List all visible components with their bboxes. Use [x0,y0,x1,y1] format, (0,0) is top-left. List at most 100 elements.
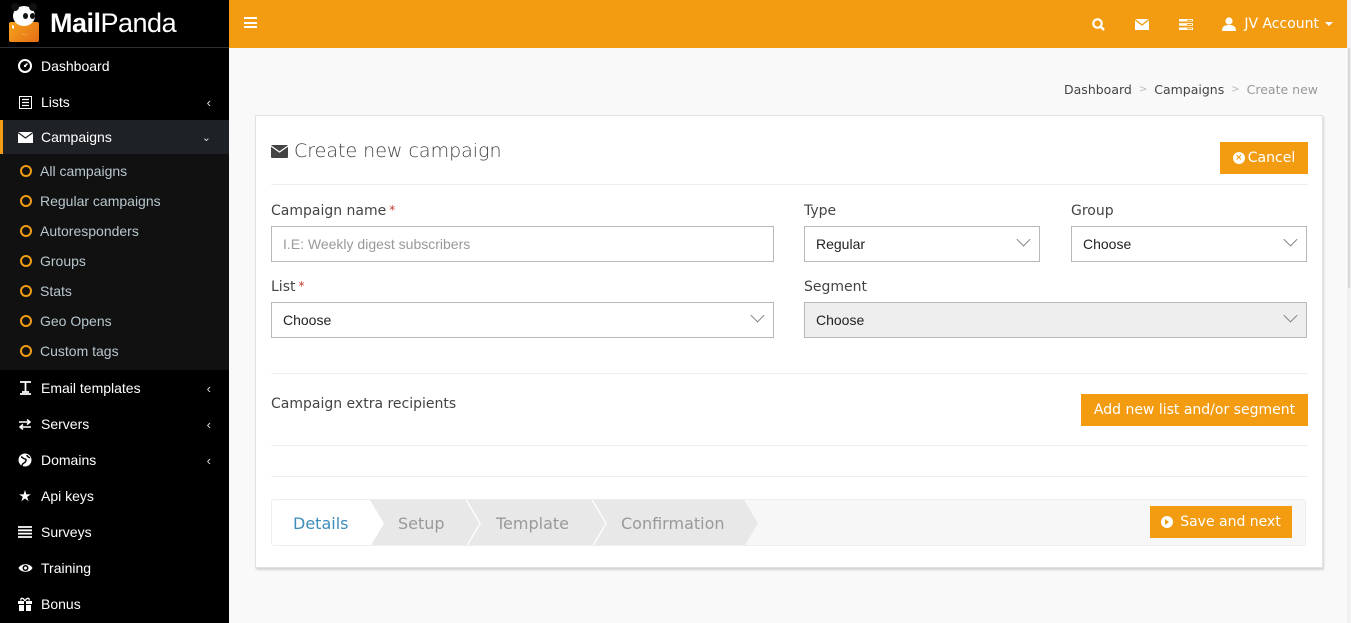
caret-down-icon [1325,22,1333,26]
submenu-label: All campaigns [40,163,128,179]
extra-recipients-label: Campaign extra recipients [271,396,457,412]
sidebar-item-label: Campaigns [41,129,112,145]
wizard-step-confirmation[interactable]: Confirmation [621,500,725,545]
top-navbar: JV Account [229,0,1347,48]
navbar-right: JV Account [1076,0,1347,48]
sidebar-item-servers[interactable]: Servers ‹ [0,406,229,442]
wizard-step-details[interactable]: Details [272,500,370,545]
globe-icon [17,453,33,467]
list-select[interactable]: Choose [271,302,774,338]
campaigns-submenu: All campaigns Regular campaigns Autoresp… [0,154,229,370]
submenu-item-groups[interactable]: Groups [0,246,229,276]
wizard-step-template[interactable]: Template [496,500,569,545]
group-label: Group [1071,203,1114,219]
group-select[interactable]: Choose [1071,226,1307,262]
list-value: Choose [283,312,332,328]
create-campaign-card: Create new campaign × Cancel Campaign na… [255,115,1323,568]
chevron-left-icon: ‹ [206,94,211,110]
dashboard-icon [17,59,33,73]
account-menu[interactable]: JV Account [1208,0,1347,48]
submenu-label: Geo Opens [40,313,112,329]
divider [271,445,1308,446]
type-select[interactable]: Regular [804,226,1040,262]
campaign-name-placeholder: I.E: Weekly digest subscribers [283,236,471,252]
segment-select[interactable]: Choose [804,302,1307,338]
save-and-next-button[interactable]: Save and next [1150,506,1292,538]
panda-logo-icon [8,2,40,42]
breadcrumb-dashboard[interactable]: Dashboard [1064,82,1132,97]
save-and-next-label: Save and next [1180,514,1281,530]
sidebar-item-bonus[interactable]: Bonus [0,586,229,622]
sidebar-item-lists[interactable]: Lists ‹ [0,84,229,120]
sidebar-item-label: Bonus [41,596,81,612]
divider [271,373,1308,374]
sidebar-item-label: Surveys [41,524,92,540]
sidebar-item-domains[interactable]: Domains ‹ [0,442,229,478]
submenu-item-stats[interactable]: Stats [0,276,229,306]
cancel-label: Cancel [1247,150,1296,166]
cancel-button[interactable]: × Cancel [1220,142,1308,174]
search-icon[interactable] [1076,0,1120,48]
campaign-name-input[interactable]: I.E: Weekly digest subscribers [271,226,774,262]
submenu-item-regular-campaigns[interactable]: Regular campaigns [0,186,229,216]
text-cursor-icon [17,381,33,395]
account-name: JV Account [1244,16,1319,32]
sidebar-toggle-hamburger-icon[interactable] [244,17,257,28]
group-value: Choose [1083,236,1132,252]
sidebar-item-label: Training [41,560,92,576]
brand-name: MailPanda [50,8,177,38]
sidebar-item-surveys[interactable]: Surveys [0,514,229,550]
page-scrollbar[interactable] [1347,0,1351,623]
breadcrumb-separator: > [1138,84,1148,95]
list-label: List * [271,279,305,295]
campaign-name-label: Campaign name * [271,203,396,219]
chevron-down-icon [1283,308,1298,323]
chevron-left-icon: ‹ [206,380,211,396]
submenu-item-custom-tags[interactable]: Custom tags [0,336,229,366]
list-lines-icon [17,526,33,538]
chevron-down-icon: ⌄ [201,131,211,144]
chevron-down-icon [750,308,765,323]
type-value: Regular [816,236,866,252]
sidebar-item-label: Email templates [41,380,141,396]
messages-envelope-icon[interactable] [1120,0,1164,48]
divider [271,184,1308,185]
sidebar-item-label: Servers [41,416,90,432]
logo[interactable]: MailPanda [0,0,229,48]
sidebar-item-dashboard[interactable]: Dashboard [0,48,229,84]
submenu-label: Regular campaigns [40,193,161,209]
add-list-segment-button[interactable]: Add new list and/or segment [1081,394,1308,426]
gift-icon [17,597,33,611]
submenu-item-all-campaigns[interactable]: All campaigns [0,156,229,186]
sidebar-item-label: Dashboard [41,58,110,74]
user-icon [1222,17,1237,31]
sidebar-nav-lower: Email templates ‹ Servers ‹ Domains ‹ ★ … [0,370,229,622]
breadcrumb-current: Create new [1246,82,1318,97]
envelope-icon [17,131,33,143]
segment-label: Segment [804,279,867,295]
scrollbar-thumb[interactable] [1348,48,1350,288]
submenu-label: Stats [40,283,72,299]
submenu-item-autoresponders[interactable]: Autoresponders [0,216,229,246]
submenu-label: Groups [40,253,86,269]
sidebar-item-campaigns[interactable]: Campaigns ⌄ [0,120,229,154]
submenu-item-geo-opens[interactable]: Geo Opens [0,306,229,336]
sidebar: MailPanda Dashboard Lists ‹ Campaigns ⌄ … [0,0,229,623]
page-title: Create new campaign [271,140,502,162]
chevron-left-icon: ‹ [206,452,211,468]
sidebar-item-email-templates[interactable]: Email templates ‹ [0,370,229,406]
segment-value: Choose [816,312,865,328]
sidebar-item-api-keys[interactable]: ★ Api keys [0,478,229,514]
circle-icon [20,285,32,297]
wizard-step-setup[interactable]: Setup [398,500,445,545]
breadcrumb-separator: > [1231,84,1240,95]
chevron-left-icon: ‹ [206,416,211,432]
tasks-icon[interactable] [1164,0,1208,48]
circle-icon [20,345,32,357]
sidebar-item-training[interactable]: Training [0,550,229,586]
breadcrumb-campaigns[interactable]: Campaigns [1154,82,1224,97]
type-label: Type [804,203,837,219]
submenu-label: Autoresponders [40,223,139,239]
sidebar-item-label: Api keys [41,488,94,504]
divider [271,476,1308,477]
